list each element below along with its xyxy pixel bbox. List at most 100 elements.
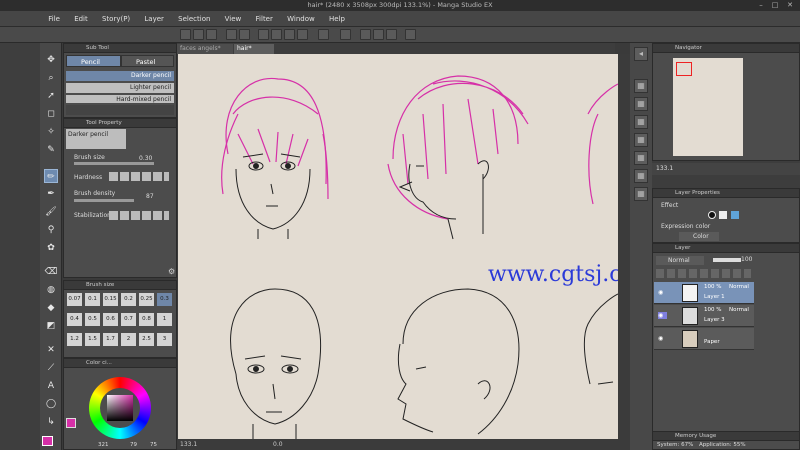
material-icon-5[interactable]: ▦ <box>634 151 648 165</box>
eraser-icon[interactable]: ⌫ <box>44 265 58 279</box>
menu-selection[interactable]: Selection <box>172 11 216 27</box>
tab-faces-angels[interactable]: faces angels* <box>177 44 233 54</box>
selection-icon[interactable]: ◻ <box>44 107 58 121</box>
operation-icon[interactable]: ➚ <box>44 89 58 103</box>
maximize-button[interactable]: □ <box>770 1 780 9</box>
menu-story[interactable]: Story(P) <box>96 11 136 27</box>
sub-color-swatch[interactable] <box>66 418 76 428</box>
brush-size-slider[interactable] <box>74 162 154 165</box>
brush-size-preset[interactable]: 0.8 <box>139 313 154 326</box>
visibility-icon[interactable]: ◉ <box>658 312 667 319</box>
density-slider[interactable] <box>74 199 134 202</box>
brush-size-preset[interactable]: 0.7 <box>121 313 136 326</box>
minimize-button[interactable]: – <box>756 1 766 9</box>
effect-icon-2[interactable] <box>719 211 727 219</box>
selection-area-icon[interactable] <box>340 29 351 40</box>
hardness-selector[interactable] <box>109 172 169 181</box>
settings-icon[interactable]: ⚙ <box>168 267 175 276</box>
menu-edit[interactable]: Edit <box>68 11 94 27</box>
material-icon-7[interactable]: ▦ <box>634 187 648 201</box>
brush-size-preset[interactable]: 0.4 <box>67 313 82 326</box>
brush-darker-pencil[interactable]: Darker pencil <box>66 71 174 81</box>
material-icon-4[interactable]: ▦ <box>634 133 648 147</box>
brush-size-preset[interactable]: 1.5 <box>85 333 100 346</box>
magic-wand-icon[interactable]: ✧ <box>44 125 58 139</box>
opacity-slider[interactable] <box>713 258 741 262</box>
tab-pencil[interactable]: Pencil <box>66 55 121 67</box>
help-icon[interactable] <box>405 29 416 40</box>
snap-perspective-icon[interactable] <box>386 29 397 40</box>
brush-size-preset[interactable]: 0.5 <box>85 313 100 326</box>
layer-toolbar[interactable] <box>656 269 751 278</box>
expression-select[interactable]: Color <box>679 232 719 241</box>
balloon-icon[interactable]: ◯ <box>44 397 58 411</box>
brush-size-preset[interactable]: 0.3 <box>157 293 172 306</box>
layer-row[interactable]: ◉ Paper <box>654 328 754 350</box>
open-icon[interactable] <box>193 29 204 40</box>
ruler-icon[interactable]: ⟋ <box>44 361 58 375</box>
layer-row[interactable]: ◉ 100 % Normal Layer 1 <box>654 282 754 304</box>
navigator-preview[interactable] <box>673 58 743 156</box>
brush-size-preset[interactable]: 1.2 <box>67 333 82 346</box>
fill-icon[interactable] <box>271 29 282 40</box>
opacity-value[interactable]: 100 <box>741 256 752 263</box>
brush-size-preset[interactable]: 3 <box>157 333 172 346</box>
text-icon[interactable]: A <box>44 379 58 393</box>
navigator-zoom[interactable]: 133.1 <box>656 165 673 172</box>
vertical-scrollbar[interactable] <box>618 54 630 450</box>
brush-icon[interactable]: 🖌 <box>44 205 58 219</box>
decoration-icon[interactable]: ✿ <box>44 241 58 255</box>
pencil-icon[interactable]: ✏ <box>44 169 58 183</box>
status-zoom[interactable]: 133.1 <box>180 441 197 448</box>
drawing-canvas[interactable]: www.cgtsj.com <box>178 54 618 439</box>
layer-row[interactable]: ◉ 100 % Normal Layer 3 <box>654 305 754 327</box>
brush-size-preset[interactable]: 0.1 <box>85 293 100 306</box>
fill-tool-icon[interactable]: ◆ <box>44 301 58 315</box>
status-angle[interactable]: 0.0 <box>273 441 283 448</box>
material-icon[interactable]: ▦ <box>634 79 648 93</box>
effect-icon-3[interactable] <box>731 211 739 219</box>
snap-ruler-icon[interactable] <box>360 29 371 40</box>
material-icon-2[interactable]: ▦ <box>634 97 648 111</box>
menu-view[interactable]: View <box>219 11 248 27</box>
blend-mode-select[interactable]: Normal <box>656 256 704 265</box>
snap-grid-icon[interactable] <box>373 29 384 40</box>
menu-help[interactable]: Help <box>323 11 351 27</box>
brush-size-preset[interactable]: 0.2 <box>121 293 136 306</box>
brush-size-preset[interactable]: 0.07 <box>67 293 82 306</box>
brush-hard-mixed-pencil[interactable]: Hard-mixed pencil <box>66 95 174 103</box>
clear-icon[interactable] <box>258 29 269 40</box>
visibility-icon[interactable]: ◉ <box>658 289 667 296</box>
redo-icon[interactable] <box>239 29 250 40</box>
menu-window[interactable]: Window <box>281 11 321 27</box>
brush-size-preset[interactable]: 0.25 <box>139 293 154 306</box>
pen-icon[interactable]: ✒ <box>44 187 58 201</box>
menu-layer[interactable]: Layer <box>138 11 170 27</box>
material-icon-6[interactable]: ▦ <box>634 169 648 183</box>
undo-icon[interactable] <box>226 29 237 40</box>
move-icon[interactable]: ✥ <box>44 53 58 67</box>
new-icon[interactable] <box>180 29 191 40</box>
menu-file[interactable]: File <box>42 11 66 27</box>
transform-icon[interactable] <box>284 29 295 40</box>
panel-toggle-icon[interactable]: ◂ <box>634 47 648 61</box>
main-color-swatch[interactable] <box>42 436 53 446</box>
density-value[interactable]: 87 <box>146 193 154 200</box>
close-button[interactable]: ✕ <box>785 1 795 9</box>
horizontal-scrollbar[interactable]: 133.1 0.0 <box>178 439 618 450</box>
snap-icon[interactable] <box>297 29 308 40</box>
brush-lighter-pencil[interactable]: Lighter pencil <box>66 83 174 93</box>
effect-icon[interactable] <box>708 211 716 219</box>
zoom-icon[interactable]: ⌕ <box>44 71 58 85</box>
brush-size-preset[interactable]: 0.6 <box>103 313 118 326</box>
save-icon[interactable] <box>206 29 217 40</box>
eyedropper-icon[interactable]: ✎ <box>44 143 58 157</box>
airbrush-icon[interactable]: ⚲ <box>44 223 58 237</box>
material-icon-3[interactable]: ▦ <box>634 115 648 129</box>
gradient-icon[interactable]: ◩ <box>44 319 58 333</box>
stabilization-selector[interactable] <box>109 211 169 220</box>
tab-hair[interactable]: hair* <box>234 44 274 54</box>
brush-size-value[interactable]: 0.30 <box>139 155 152 162</box>
color-square[interactable] <box>107 395 133 421</box>
deselect-icon[interactable] <box>318 29 329 40</box>
